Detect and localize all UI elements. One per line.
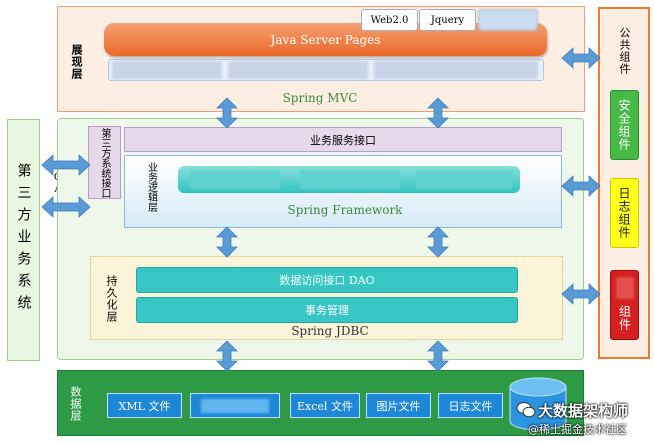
double-arrow-icon	[216, 226, 238, 258]
double-arrow-icon	[427, 340, 449, 372]
double-arrow-icon	[41, 196, 91, 218]
double-arrow-icon	[427, 97, 449, 129]
double-arrow-icon	[216, 340, 238, 372]
double-arrow-icon	[561, 283, 601, 305]
double-arrow-icon	[561, 175, 601, 197]
wechat-icon	[516, 402, 536, 418]
watermark-name: 大数据架构师	[538, 402, 629, 420]
double-arrow-icon	[427, 226, 449, 258]
arrows-layer	[41, 47, 601, 372]
double-arrow-icon	[216, 97, 238, 129]
double-arrow-icon	[41, 154, 91, 176]
double-arrow-icon	[561, 47, 601, 69]
watermark-source: @稀土掘金技术社区	[528, 423, 627, 436]
